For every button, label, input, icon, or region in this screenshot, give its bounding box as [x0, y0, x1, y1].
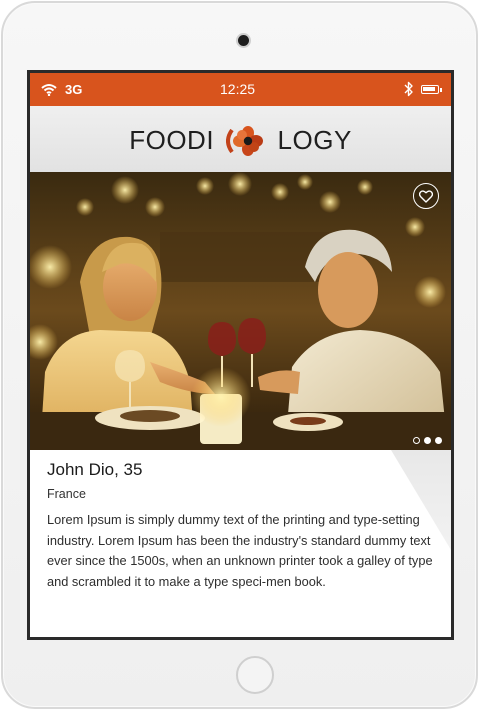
screen: 3G 12:25 FOODI LOGY John Dio, 35 France … [27, 70, 454, 640]
profile-country: France [47, 487, 86, 501]
heart-outline-icon [419, 190, 433, 203]
clock: 12:25 [220, 81, 256, 97]
front-camera [238, 35, 249, 46]
profile-card: John Dio, 35 France Lorem Ipsum is simpl… [30, 450, 451, 637]
logo-flower-icon [225, 126, 263, 156]
app-logo[interactable]: FOODI LOGY [30, 124, 451, 158]
bluetooth-icon [404, 81, 413, 97]
status-bar: 3G 12:25 [30, 73, 451, 106]
profile-photo[interactable] [30, 172, 451, 450]
battery-icon [421, 85, 442, 94]
wifi-icon [41, 84, 57, 96]
battery-level [423, 87, 435, 91]
favorite-button[interactable] [413, 183, 439, 209]
carousel-dot[interactable] [435, 437, 442, 444]
logo-text-right: LOGY [277, 125, 352, 155]
home-button[interactable] [236, 656, 274, 694]
logo-text-left: FOODI [129, 125, 215, 155]
profile-bio: Lorem Ipsum is simply dummy text of the … [47, 512, 433, 589]
carousel-dot[interactable] [413, 437, 420, 444]
app-header: FOODI LOGY [30, 106, 451, 172]
carousel-indicator[interactable] [413, 437, 442, 444]
profile-name: John Dio, 35 [47, 460, 143, 479]
carousel-dot[interactable] [424, 437, 431, 444]
dinner-photo [30, 172, 451, 450]
network-type: 3G [65, 82, 83, 97]
